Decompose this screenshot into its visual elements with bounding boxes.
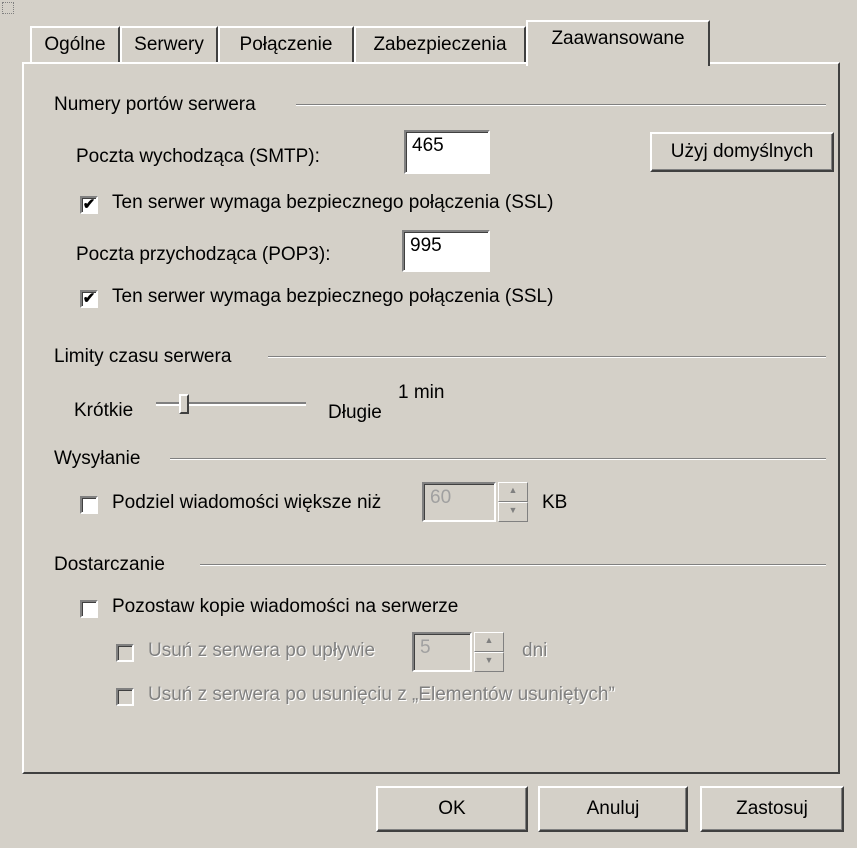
timeout-value: 1 min <box>398 382 445 403</box>
timeout-slider[interactable] <box>154 392 314 416</box>
leave-copy-label: Pozostaw kopie wiadomości na serwerze <box>112 596 459 617</box>
window-corner-icon <box>2 2 14 14</box>
leave-copy-checkbox[interactable] <box>80 600 98 618</box>
tab-connection[interactable]: Połączenie <box>218 26 354 62</box>
apply-button[interactable]: Zastosuj <box>700 786 844 832</box>
pop3-port-label: Poczta przychodząca (POP3): <box>76 244 331 265</box>
spin-down-icon[interactable]: ▼ <box>474 652 504 672</box>
tab-label: Połączenie <box>239 34 333 55</box>
pop3-ssl-label: Ten serwer wymaga bezpiecznego połączeni… <box>112 286 554 307</box>
timeout-short-label: Krótkie <box>74 400 134 421</box>
split-size-input[interactable]: 60 <box>422 482 496 522</box>
smtp-port-label: Poczta wychodząca (SMTP): <box>76 146 320 167</box>
slider-thumb[interactable] <box>179 394 189 414</box>
sending-group-title: Wysyłanie <box>54 448 141 469</box>
use-defaults-button[interactable]: Użyj domyślnych <box>650 132 834 172</box>
group-divider <box>200 564 826 566</box>
tab-advanced[interactable]: Zaawansowane <box>526 20 710 66</box>
timeouts-group-title: Limity czasu serwera <box>54 346 232 367</box>
spin-up-icon[interactable]: ▲ <box>498 482 528 502</box>
split-messages-checkbox[interactable] <box>80 496 98 514</box>
remove-after-input[interactable]: 5 <box>412 632 472 672</box>
remove-deleted-label: Usuń z serwera po usunięciu z „Elementów… <box>148 684 615 705</box>
tab-panel-advanced: Numery portów serwera Poczta wychodząca … <box>22 62 840 774</box>
split-size-spinner[interactable]: ▲ ▼ <box>498 482 528 522</box>
days-label: dni <box>522 640 548 661</box>
tab-servers[interactable]: Serwery <box>120 26 218 62</box>
remove-after-spinner[interactable]: ▲ ▼ <box>474 632 504 672</box>
delivery-group-title: Dostarczanie <box>54 554 165 575</box>
remove-after-checkbox[interactable] <box>116 644 134 662</box>
pop3-port-input[interactable]: 995 <box>402 230 490 272</box>
tab-label: Zaawansowane <box>551 28 685 49</box>
split-messages-label: Podziel wiadomości większe niż <box>112 492 382 513</box>
remove-deleted-checkbox[interactable] <box>116 688 134 706</box>
group-divider <box>268 356 826 358</box>
smtp-port-input[interactable]: 465 <box>404 130 490 174</box>
timeout-long-label: Długie <box>328 402 382 423</box>
tab-security[interactable]: Zabezpieczenia <box>354 26 526 62</box>
tab-label: Serwery <box>134 34 204 55</box>
tab-general[interactable]: Ogólne <box>30 26 120 62</box>
spin-up-icon[interactable]: ▲ <box>474 632 504 652</box>
pop3-ssl-checkbox[interactable]: ✔ <box>80 290 98 308</box>
smtp-ssl-checkbox[interactable]: ✔ <box>80 196 98 214</box>
ports-group-title: Numery portów serwera <box>54 94 256 115</box>
tab-label: Ogólne <box>44 34 106 55</box>
remove-after-label: Usuń z serwera po upływie <box>148 640 376 661</box>
group-divider <box>170 458 826 460</box>
cancel-button[interactable]: Anuluj <box>538 786 688 832</box>
spin-down-icon[interactable]: ▼ <box>498 502 528 522</box>
group-divider <box>296 104 826 106</box>
ok-button[interactable]: OK <box>376 786 528 832</box>
smtp-ssl-label: Ten serwer wymaga bezpiecznego połączeni… <box>112 192 554 213</box>
tab-label: Zabezpieczenia <box>373 34 507 55</box>
split-unit-label: KB <box>542 492 568 513</box>
